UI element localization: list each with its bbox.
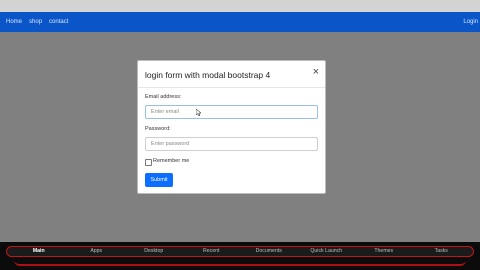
taskbar-item-tasks[interactable]: Tasks xyxy=(413,246,471,257)
email-field-wrap xyxy=(138,105,325,119)
modal-header: login form with modal bootstrap 4 × xyxy=(138,61,325,88)
taskbar-red-accent xyxy=(14,258,466,266)
taskbar-item-main[interactable]: Main xyxy=(10,246,68,257)
nav-link-shop[interactable]: shop xyxy=(29,19,42,25)
close-icon[interactable]: × xyxy=(313,66,319,78)
taskbar-item-desktop[interactable]: Desktop xyxy=(125,246,183,257)
nav-link-home[interactable]: Home xyxy=(6,19,22,25)
taskbar-item-recent[interactable]: Recent xyxy=(183,246,241,257)
taskbar-item-apps[interactable]: Apps xyxy=(68,246,126,257)
login-modal: login form with modal bootstrap 4 × Emai… xyxy=(137,60,326,194)
taskbar-item-quick-launch[interactable]: Quick Launch xyxy=(298,246,356,257)
taskbar-item-documents[interactable]: Documents xyxy=(240,246,298,257)
taskbar-item-themes[interactable]: Themes xyxy=(355,246,413,257)
nav-links: Home shop contact xyxy=(6,19,68,25)
taskbar: Main Apps Desktop Recent Documents Quick… xyxy=(0,242,480,270)
modal-title: login form with modal bootstrap 4 xyxy=(145,70,271,80)
taskbar-items: Main Apps Desktop Recent Documents Quick… xyxy=(10,246,470,257)
nav-link-contact[interactable]: contact xyxy=(49,19,68,25)
submit-button[interactable]: Submit xyxy=(145,173,173,187)
password-label: Password: xyxy=(145,126,171,132)
browser-viewport: Home shop contact Login login form with … xyxy=(0,0,480,242)
email-field[interactable] xyxy=(145,105,318,119)
email-label: Email address: xyxy=(145,94,182,100)
remember-me-label[interactable]: Remember me xyxy=(153,158,189,164)
nav-link-login[interactable]: Login xyxy=(463,19,478,25)
password-field[interactable] xyxy=(145,137,318,151)
navbar: Home shop contact Login xyxy=(0,12,480,32)
mouse-cursor-icon xyxy=(196,109,202,116)
remember-me-checkbox[interactable] xyxy=(145,159,152,166)
